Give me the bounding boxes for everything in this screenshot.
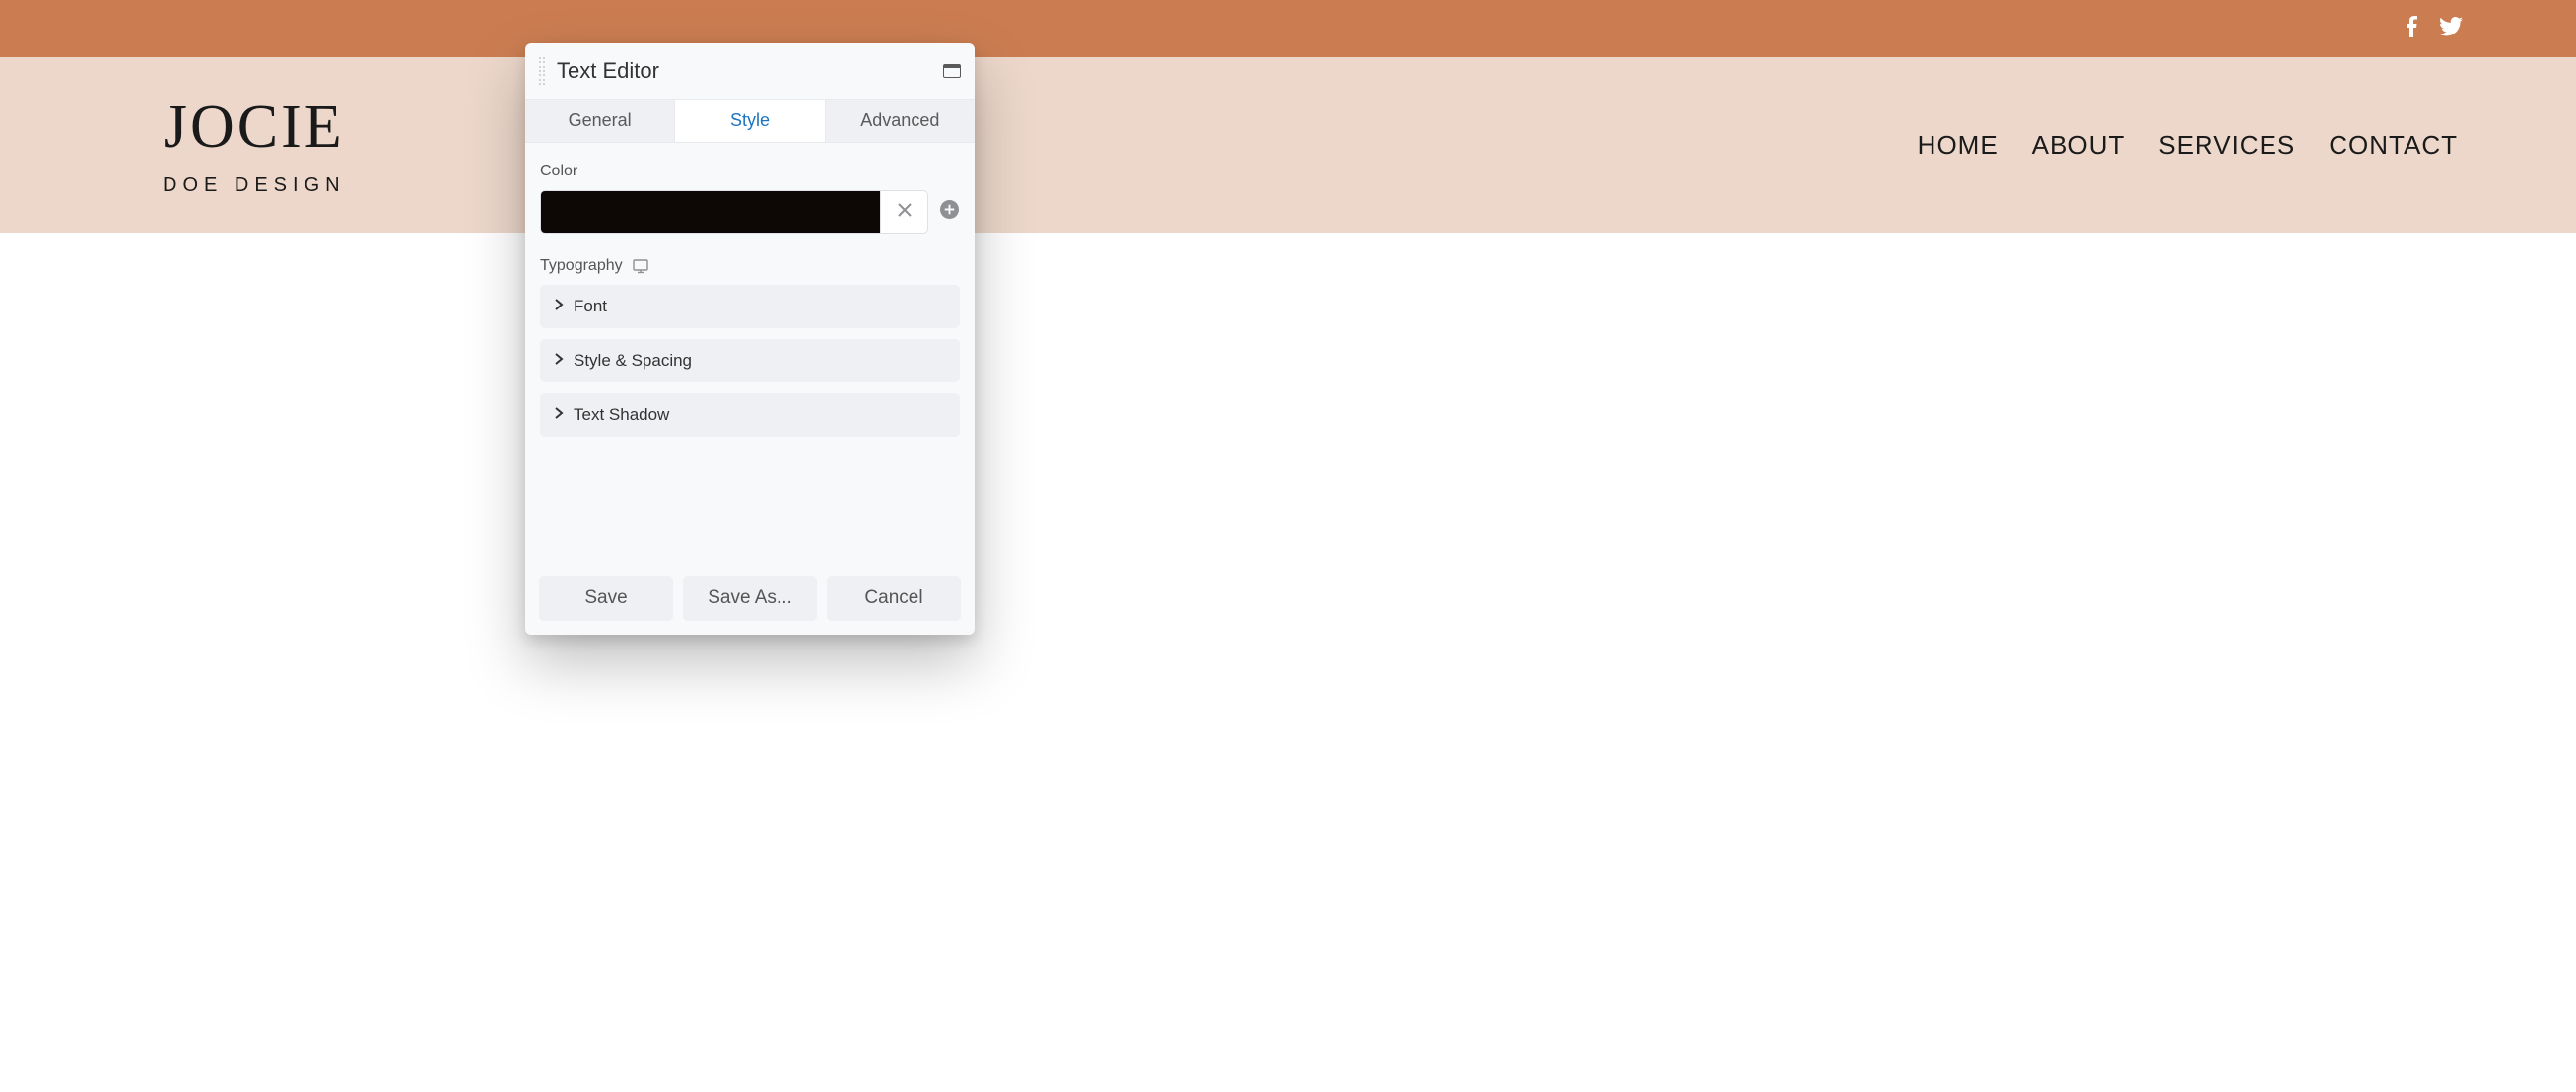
cancel-button[interactable]: Cancel [827, 576, 961, 621]
responsive-icon[interactable] [633, 259, 650, 274]
style-panel: Color Typography [525, 143, 975, 564]
color-field [540, 190, 928, 234]
chevron-right-icon [554, 351, 564, 371]
nav-about[interactable]: ABOUT [2032, 130, 2126, 161]
dialog-title: Text Editor [557, 58, 933, 84]
nav-contact[interactable]: CONTACT [2329, 130, 2458, 161]
main-nav: HOME ABOUT SERVICES CONTACT [1918, 130, 2458, 161]
typography-section-label: Typography [540, 257, 960, 275]
logo-subtitle: DOE DESIGN [163, 174, 346, 197]
twitter-icon[interactable] [2439, 17, 2463, 41]
facebook-icon[interactable] [2406, 16, 2417, 42]
add-color-button[interactable] [938, 190, 960, 234]
tab-advanced[interactable]: Advanced [826, 100, 975, 142]
plus-circle-icon [940, 200, 959, 224]
nav-home[interactable]: HOME [1918, 130, 1999, 161]
accordion-text-shadow-label: Text Shadow [574, 405, 669, 425]
nav-services[interactable]: SERVICES [2158, 130, 2295, 161]
color-section-label: Color [540, 163, 960, 180]
hero-band: JOCIE DOE DESIGN HOME ABOUT SERVICES CON… [0, 57, 2576, 233]
tab-general[interactable]: General [525, 100, 674, 142]
tab-style[interactable]: Style [674, 100, 825, 142]
accordion-style-spacing[interactable]: Style & Spacing [540, 339, 960, 382]
close-icon [896, 201, 914, 224]
text-editor-dialog: Text Editor General Style Advanced Color [525, 43, 975, 635]
editor-tabs: General Style Advanced [525, 99, 975, 143]
accordion-style-spacing-label: Style & Spacing [574, 351, 692, 371]
dialog-footer: Save Save As... Cancel [525, 564, 975, 635]
site-logo: JOCIE DOE DESIGN [163, 93, 346, 197]
logo-main: JOCIE [164, 93, 345, 163]
expand-window-icon[interactable] [943, 64, 961, 78]
clear-color-button[interactable] [880, 191, 927, 233]
accordion-font-label: Font [574, 297, 607, 316]
color-row [540, 190, 960, 234]
accordion-font[interactable]: Font [540, 285, 960, 328]
top-social-bar [0, 0, 2576, 57]
chevron-right-icon [554, 405, 564, 425]
save-button[interactable]: Save [539, 576, 673, 621]
color-swatch[interactable] [541, 191, 880, 233]
save-as-button[interactable]: Save As... [683, 576, 817, 621]
chevron-right-icon [554, 297, 564, 316]
accordion-text-shadow[interactable]: Text Shadow [540, 393, 960, 437]
dialog-header: Text Editor [525, 43, 975, 99]
typography-label-text: Typography [540, 257, 623, 275]
drag-handle-icon[interactable] [537, 57, 547, 85]
